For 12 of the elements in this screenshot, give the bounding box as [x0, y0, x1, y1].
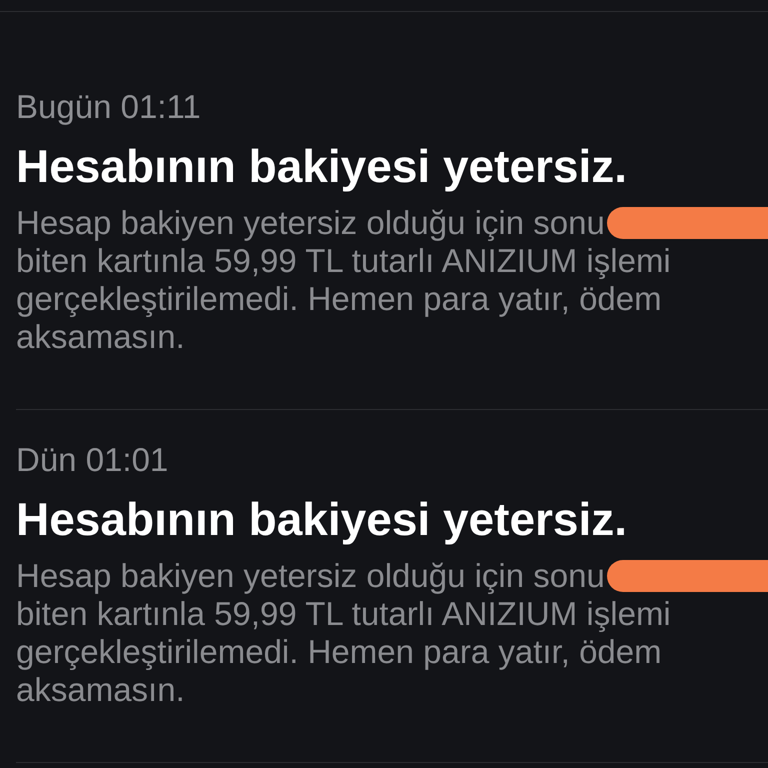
message-line: Hesap bakiyen yetersiz olduğu için sonu — [16, 204, 605, 242]
message-line: Hesap bakiyen yetersiz olduğu için sonu — [16, 557, 605, 595]
message-line: gerçekleştirilemedi. Hemen para yatır, ödem — [16, 280, 662, 318]
timestamp: Dün 01:01 — [16, 441, 168, 479]
message-line: biten kartınla 59,99 TL tutarlı ANIZIUM işlemi — [16, 242, 671, 280]
message-line: biten kartınla 59,99 TL tutarlı ANIZIUM işlemi — [16, 595, 671, 633]
message-line: aksamasın. — [16, 318, 185, 356]
notification-title: Hesabının bakiyesi yetersiz. — [16, 140, 628, 192]
notification-title: Hesabının bakiyesi yetersiz. — [16, 493, 628, 545]
message-line: gerçekleştirilemedi. Hemen para yatır, ödem — [16, 633, 662, 671]
timestamp: Bugün 01:11 — [16, 88, 201, 126]
message-line: aksamasın. — [16, 671, 185, 709]
